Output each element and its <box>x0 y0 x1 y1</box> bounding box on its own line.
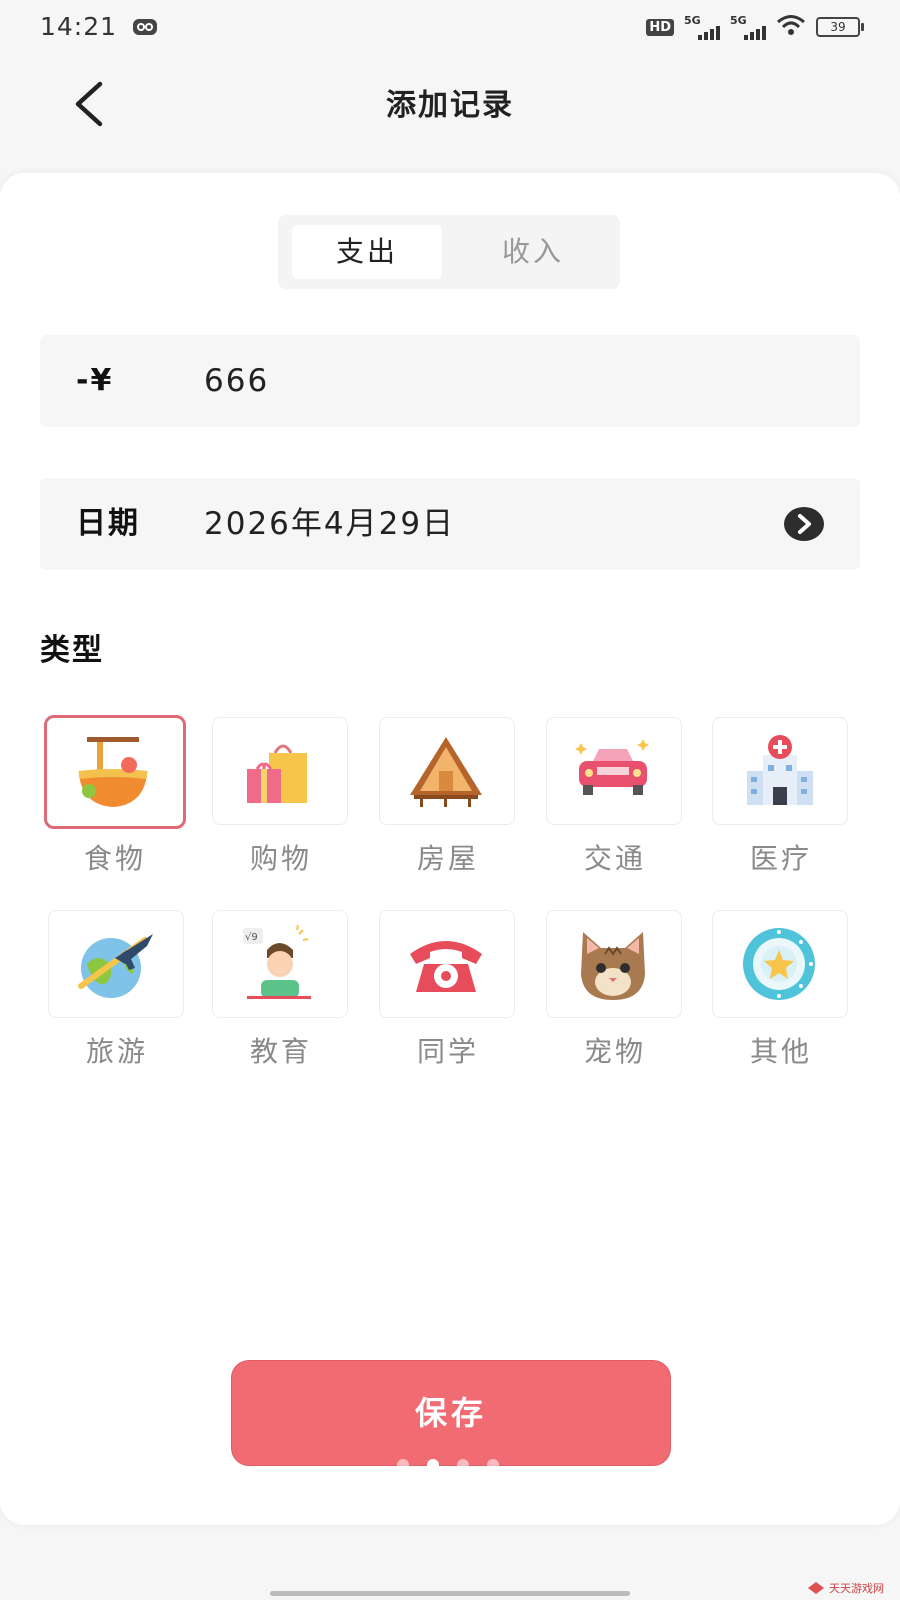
watermark-logo-icon <box>808 1582 824 1594</box>
watermark: 天天游戏网 <box>807 1580 884 1596</box>
currency-prefix: -¥ <box>76 363 114 398</box>
save-label: 保存 <box>414 1394 487 1432</box>
date-value: 2026年4月29日 <box>204 506 456 542</box>
tab-income[interactable]: 收入 <box>458 225 608 279</box>
chevron-right-circle-icon[interactable] <box>784 507 824 541</box>
notification-icon <box>132 18 158 40</box>
category-transport[interactable]: 交通 <box>540 717 682 887</box>
hospital-icon <box>747 735 813 805</box>
status-icons: HD 5G 5G 39 <box>646 14 864 40</box>
home-indicator[interactable] <box>270 1591 630 1596</box>
category-label: 旅游 <box>85 1035 148 1068</box>
category-label: 购物 <box>249 842 312 875</box>
noodle-bowl-icon <box>78 737 148 807</box>
svg-text:√9: √9 <box>245 932 258 943</box>
date-field[interactable]: 日期 2026年4月29日 <box>40 478 860 570</box>
category-label: 房屋 <box>416 842 479 875</box>
category-label: 教育 <box>249 1035 312 1068</box>
category-label: 其他 <box>749 1035 812 1068</box>
nav-bar: 添加记录 <box>0 56 900 166</box>
signal-2-icon: 5G <box>730 15 766 40</box>
category-section-title: 类型 <box>40 633 104 668</box>
save-button[interactable]: 保存 <box>231 1360 671 1471</box>
star-badge-icon <box>743 928 815 1000</box>
category-label: 交通 <box>583 842 646 875</box>
category-label: 同学 <box>416 1035 479 1068</box>
status-bar: 14:21 HD 5G 5G 39 <box>0 0 900 56</box>
form-card: 支出 收入 -¥ 666 日期 2026年4月29日 类型 食物 购物 房屋 交… <box>0 173 900 1525</box>
type-segment-control: 支出 收入 <box>278 215 620 289</box>
category-pets[interactable]: 宠物 <box>540 910 682 1080</box>
category-food[interactable]: 食物 <box>40 715 186 887</box>
category-label: 食物 <box>83 842 146 875</box>
amount-input[interactable]: 666 <box>204 335 269 427</box>
wifi-icon <box>776 14 806 40</box>
page-title: 添加记录 <box>386 88 514 123</box>
category-housing[interactable]: 房屋 <box>373 717 515 887</box>
category-education[interactable]: √9 教育 <box>206 910 348 1080</box>
category-label: 宠物 <box>583 1035 646 1068</box>
category-travel[interactable]: 旅游 <box>42 910 184 1080</box>
category-classmate[interactable]: 同学 <box>373 910 515 1080</box>
house-icon <box>410 737 482 807</box>
telephone-icon <box>410 941 482 992</box>
signal-1-icon: 5G <box>684 15 720 40</box>
car-icon <box>575 739 649 795</box>
airplane-globe-icon <box>78 934 153 998</box>
amount-field[interactable]: -¥ 666 <box>40 335 860 427</box>
date-label: 日期 <box>76 506 140 541</box>
category-other[interactable]: 其他 <box>706 910 848 1080</box>
category-shopping[interactable]: 购物 <box>206 717 348 887</box>
tab-expense[interactable]: 支出 <box>292 225 442 279</box>
status-time: 14:21 <box>40 12 118 41</box>
battery-icon: 39 <box>816 17 864 37</box>
category-medical[interactable]: 医疗 <box>706 717 848 887</box>
page-indicator <box>397 1459 499 1471</box>
shopping-bag-icon <box>247 744 307 803</box>
student-icon: √9 <box>243 924 311 999</box>
cat-icon <box>581 932 645 1000</box>
hd-badge: HD <box>646 18 674 36</box>
category-label: 医疗 <box>749 842 812 875</box>
